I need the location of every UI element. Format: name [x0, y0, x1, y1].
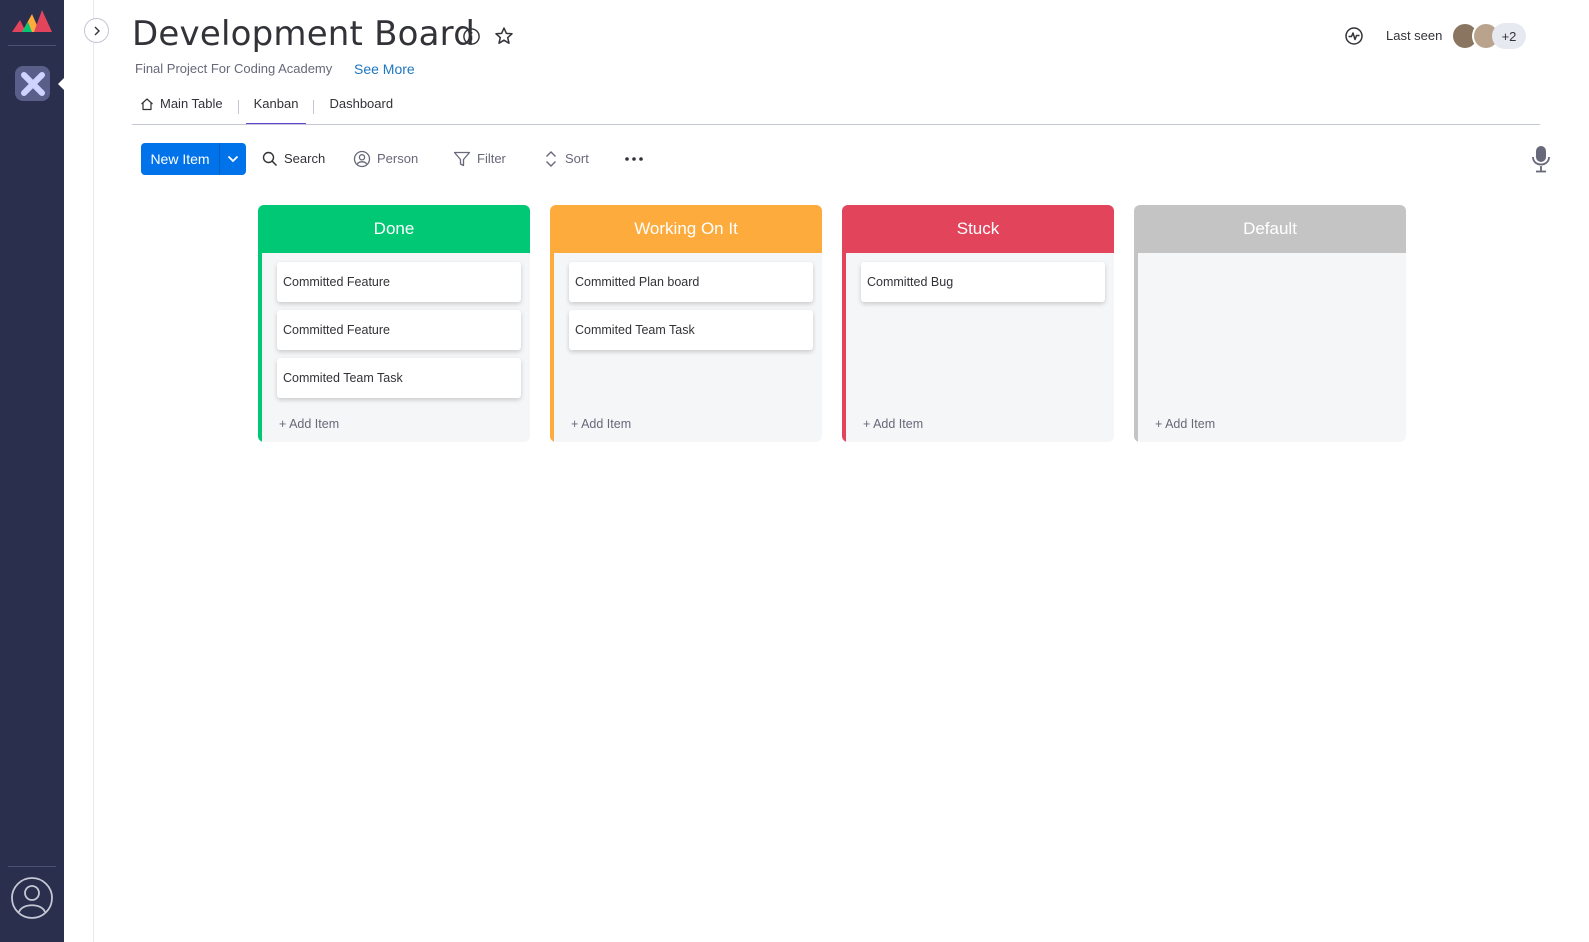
- kanban-column-stuck: Stuck Committed Bug + Add Item: [842, 205, 1114, 442]
- last-seen-label: Last seen: [1386, 28, 1443, 43]
- secondary-panel-strip: [64, 0, 94, 942]
- kanban-card[interactable]: Commited Team Task: [569, 310, 813, 350]
- sidebar-divider: [8, 45, 56, 46]
- column-body: Committed Plan board Commited Team Task …: [550, 253, 822, 442]
- tab-label: Main Table: [160, 96, 223, 111]
- monday-logo-icon[interactable]: [12, 8, 52, 34]
- column-body: + Add Item: [1134, 253, 1406, 442]
- info-icon[interactable]: [462, 27, 481, 46]
- board-title[interactable]: Development Board: [132, 14, 475, 54]
- add-item-button[interactable]: + Add Item: [1155, 417, 1215, 431]
- sort-icon: [546, 151, 556, 167]
- column-header[interactable]: Done: [258, 205, 530, 253]
- activity-icon[interactable]: [1344, 26, 1364, 46]
- column-header[interactable]: Working On It: [550, 205, 822, 253]
- column-body: Committed Feature Committed Feature Comm…: [258, 253, 530, 442]
- add-item-button[interactable]: + Add Item: [863, 417, 923, 431]
- add-item-button[interactable]: + Add Item: [571, 417, 631, 431]
- tab-dashboard[interactable]: Dashboard: [321, 90, 401, 117]
- see-more-link[interactable]: See More: [354, 61, 415, 77]
- workspace-x-icon: [20, 71, 45, 96]
- new-item-dropdown-button[interactable]: [220, 143, 246, 175]
- kanban-card[interactable]: Committed Bug: [861, 262, 1105, 302]
- more-options-button[interactable]: [624, 148, 644, 170]
- sort-label: Sort: [565, 151, 589, 166]
- kanban-card[interactable]: Committed Plan board: [569, 262, 813, 302]
- sort-button[interactable]: Sort: [543, 148, 589, 170]
- board-description: Final Project For Coding Academy: [135, 61, 333, 76]
- chevron-down-icon: [227, 155, 239, 163]
- person-icon: [353, 150, 371, 168]
- column-header[interactable]: Default: [1134, 205, 1406, 253]
- column-body: Committed Bug + Add Item: [842, 253, 1114, 442]
- kanban-card[interactable]: Committed Feature: [277, 310, 521, 350]
- column-header[interactable]: Stuck: [842, 205, 1114, 253]
- microphone-icon[interactable]: [1530, 145, 1552, 173]
- new-item-button-group: New Item: [141, 143, 246, 175]
- tab-separator: [313, 100, 315, 114]
- user-avatar-icon[interactable]: [10, 876, 54, 920]
- view-tabs: Main Table Kanban Dashboard: [132, 90, 401, 126]
- tab-separator: [237, 100, 239, 114]
- column-title: Stuck: [956, 219, 1000, 238]
- kanban-column-working-on-it: Working On It Committed Plan board Commi…: [550, 205, 822, 442]
- workspace-icon[interactable]: [15, 66, 50, 101]
- search-label: Search: [284, 151, 326, 166]
- kanban-column-done: Done Committed Feature Committed Feature…: [258, 205, 530, 442]
- column-title: Done: [373, 219, 415, 238]
- filter-icon: [453, 151, 471, 167]
- filter-button[interactable]: Filter: [453, 148, 506, 170]
- tab-label: Kanban: [253, 96, 299, 111]
- home-icon: [141, 97, 153, 110]
- add-item-button[interactable]: + Add Item: [279, 417, 339, 431]
- tab-label: Dashboard: [329, 96, 394, 111]
- column-title: Working On It: [634, 219, 738, 238]
- sidebar-divider: [8, 866, 56, 867]
- tab-main-table[interactable]: Main Table: [132, 90, 231, 117]
- more-dots-icon: [625, 157, 643, 161]
- left-sidebar: [0, 0, 65, 942]
- app: Development Board Final Project For Codi…: [0, 0, 1589, 942]
- kanban-card[interactable]: Committed Feature: [277, 262, 521, 302]
- kanban-card[interactable]: Commited Team Task: [277, 358, 521, 398]
- person-filter-button[interactable]: Person: [353, 148, 418, 170]
- kanban-column-default: Default + Add Item: [1134, 205, 1406, 442]
- more-viewers-badge[interactable]: +2: [1492, 23, 1526, 49]
- expand-panel-button[interactable]: [84, 18, 109, 43]
- column-title: Default: [1243, 219, 1297, 238]
- person-label: Person: [377, 151, 419, 166]
- new-item-button[interactable]: New Item: [141, 143, 219, 175]
- chevron-right-icon: [94, 26, 100, 35]
- favorite-star-icon[interactable]: [494, 26, 514, 46]
- tabs-divider: [132, 124, 1540, 125]
- search-icon: [262, 151, 278, 167]
- search-button[interactable]: Search: [262, 148, 325, 170]
- tab-kanban[interactable]: Kanban: [245, 90, 307, 125]
- filter-label: Filter: [477, 151, 506, 166]
